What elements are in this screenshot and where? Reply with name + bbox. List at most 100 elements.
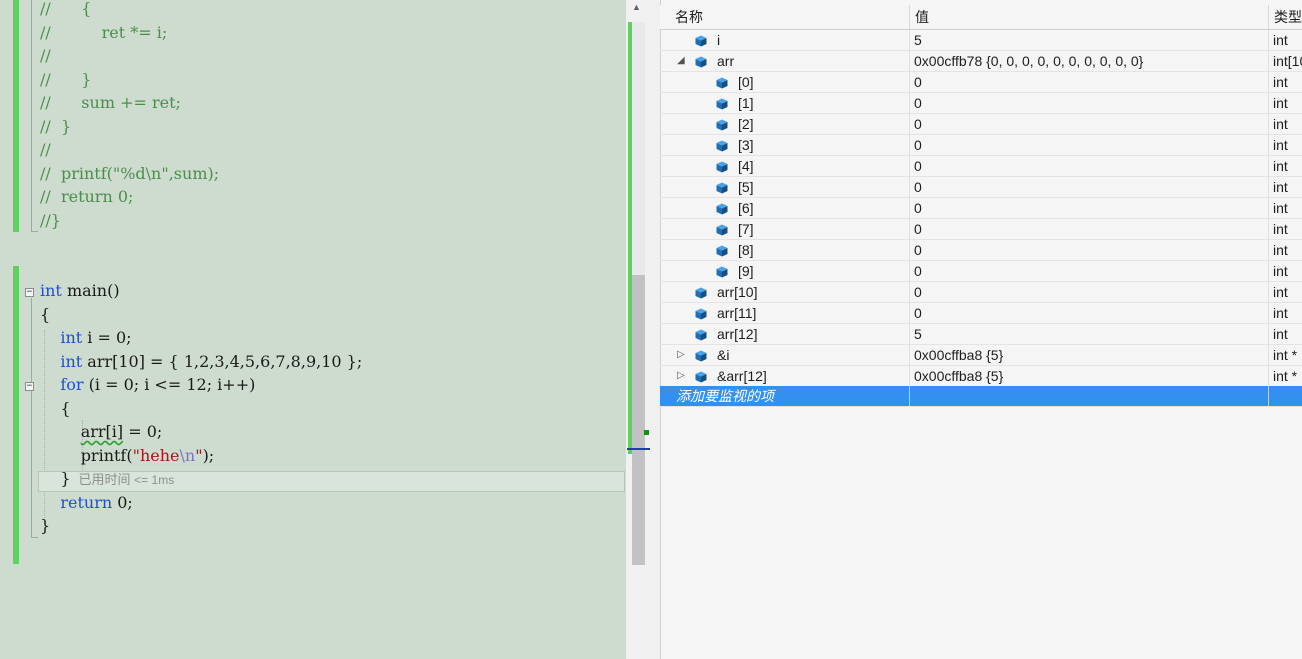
- expanded-triangle-icon[interactable]: ◢: [677, 51, 685, 71]
- watch-name[interactable]: arr[11]: [717, 303, 905, 324]
- variable-cube-icon: [695, 328, 707, 341]
- variable-cube-icon: [716, 265, 728, 278]
- watch-name[interactable]: [8]: [738, 240, 905, 261]
- watch-value[interactable]: 0x00cffb78 {0, 0, 0, 0, 0, 0, 0, 0, 0, 0…: [914, 51, 1264, 72]
- watch-name[interactable]: i: [717, 30, 905, 51]
- watch-row[interactable]: ▷ &arr[12] 0x00cffba8 {5} int *: [660, 366, 1302, 387]
- watch-value[interactable]: 0: [914, 261, 1264, 282]
- watch-value[interactable]: 0: [914, 303, 1264, 324]
- watch-name[interactable]: &arr[12]: [717, 366, 905, 387]
- code-editor[interactable]: − − // {// ret *= i; // // } // sum += ret;…: [0, 0, 626, 659]
- collapsed-triangle-icon[interactable]: ▷: [677, 366, 685, 386]
- perf-tip-elapsed-time[interactable]: 已用时间 <= 1ms: [79, 472, 175, 487]
- watch-row[interactable]: [9] 0 int: [660, 261, 1302, 282]
- watch-value[interactable]: 0: [914, 198, 1264, 219]
- variable-cube-icon: [716, 139, 728, 152]
- code-line[interactable]: return 0;: [40, 491, 132, 514]
- watch-type: int: [1273, 326, 1288, 342]
- watch-name[interactable]: [1]: [738, 93, 905, 114]
- code-line[interactable]: int main(): [40, 279, 120, 302]
- watch-row[interactable]: ▷ &i 0x00cffba8 {5} int *: [660, 345, 1302, 366]
- code-line[interactable]: } 已用时间 <= 1ms: [40, 467, 174, 490]
- column-header-name[interactable]: 名称: [670, 5, 910, 29]
- code-line[interactable]: // }: [40, 68, 91, 91]
- watch-value[interactable]: 0x00cffba8 {5}: [914, 366, 1264, 387]
- watch-value[interactable]: 0: [914, 156, 1264, 177]
- code-line[interactable]: }: [40, 514, 50, 537]
- column-separator: [1268, 240, 1269, 261]
- watch-value[interactable]: 0: [914, 93, 1264, 114]
- watch-row[interactable]: i 5 int: [660, 30, 1302, 51]
- fold-minus-icon[interactable]: −: [25, 382, 34, 391]
- column-header-value[interactable]: 值: [909, 5, 1268, 29]
- watch-type: int *: [1273, 347, 1298, 363]
- code-line[interactable]: for (i = 0; i <= 12; i++): [40, 373, 255, 396]
- add-watch-row[interactable]: 添加要监视的项: [660, 386, 1302, 407]
- watch-name[interactable]: [6]: [738, 198, 905, 219]
- watch-name[interactable]: [9]: [738, 261, 905, 282]
- watch-value[interactable]: 0: [914, 135, 1264, 156]
- watch-row[interactable]: [3] 0 int: [660, 135, 1302, 156]
- watch-value[interactable]: 5: [914, 30, 1264, 51]
- watch-value[interactable]: 5: [914, 324, 1264, 345]
- watch-value[interactable]: 0: [914, 240, 1264, 261]
- watch-value[interactable]: 0x00cffba8 {5}: [914, 345, 1264, 366]
- code-line[interactable]: // {: [40, 0, 91, 20]
- editor-vertical-scrollbar[interactable]: ▲: [626, 0, 650, 659]
- code-line-text: arr[i] = 0;: [80, 422, 163, 441]
- code-line[interactable]: // printf("%d\n",sum);: [40, 162, 219, 185]
- watch-row[interactable]: [2] 0 int: [660, 114, 1302, 135]
- watch-row[interactable]: [0] 0 int: [660, 72, 1302, 93]
- code-line[interactable]: //: [40, 138, 51, 161]
- watch-name[interactable]: arr[10]: [717, 282, 905, 303]
- code-line-text: int i = 0;: [60, 328, 132, 347]
- watch-row[interactable]: [8] 0 int: [660, 240, 1302, 261]
- collapsed-triangle-icon[interactable]: ▷: [677, 345, 685, 365]
- add-watch-item-label[interactable]: 添加要监视的项: [676, 386, 906, 407]
- code-line[interactable]: // ret *= i;: [40, 21, 167, 44]
- code-line[interactable]: printf("hehe\n");: [40, 444, 215, 467]
- code-line[interactable]: {: [40, 303, 50, 326]
- fold-minus-icon[interactable]: −: [25, 288, 34, 297]
- watch-row[interactable]: ◢ arr 0x00cffb78 {0, 0, 0, 0, 0, 0, 0, 0, …: [660, 51, 1302, 72]
- watch-row[interactable]: [5] 0 int: [660, 177, 1302, 198]
- watch-name[interactable]: [3]: [738, 135, 905, 156]
- code-line[interactable]: //}: [40, 209, 61, 232]
- watch-name[interactable]: &i: [717, 345, 905, 366]
- code-line[interactable]: // sum += ret;: [40, 91, 181, 114]
- watch-value[interactable]: 0: [914, 282, 1264, 303]
- scroll-up-arrow-icon[interactable]: ▲: [632, 2, 641, 12]
- watch-name[interactable]: [0]: [738, 72, 905, 93]
- code-line[interactable]: // }: [40, 115, 71, 138]
- watch-value[interactable]: 0: [914, 177, 1264, 198]
- watch-row[interactable]: arr[10] 0 int: [660, 282, 1302, 303]
- code-line-text: }: [40, 516, 51, 535]
- watch-row[interactable]: [1] 0 int: [660, 93, 1302, 114]
- watch-value[interactable]: 0: [914, 114, 1264, 135]
- code-line[interactable]: //: [40, 44, 51, 67]
- watch-type: int[10]: [1273, 53, 1302, 69]
- watch-value[interactable]: 0: [914, 72, 1264, 93]
- watch-name[interactable]: arr[12]: [717, 324, 905, 345]
- code-line[interactable]: {: [40, 397, 70, 420]
- watch-name[interactable]: [4]: [738, 156, 905, 177]
- watch-row[interactable]: [7] 0 int: [660, 219, 1302, 240]
- watch-name[interactable]: arr: [717, 51, 905, 72]
- scrollbar-thumb[interactable]: [632, 275, 645, 565]
- code-line[interactable]: int i = 0;: [40, 326, 132, 349]
- code-line[interactable]: arr[i] = 0;: [40, 420, 163, 443]
- code-line[interactable]: // return 0;: [40, 185, 133, 208]
- watch-row[interactable]: arr[12] 5 int: [660, 324, 1302, 345]
- watch-type: int: [1273, 242, 1288, 258]
- watch-row[interactable]: arr[11] 0 int: [660, 303, 1302, 324]
- watch-name[interactable]: [7]: [738, 219, 905, 240]
- watch-name[interactable]: [5]: [738, 177, 905, 198]
- watch-value[interactable]: 0: [914, 219, 1264, 240]
- watch-row[interactable]: [6] 0 int: [660, 198, 1302, 219]
- code-line[interactable]: int arr[10] = { 1,2,3,4,5,6,7,8,9,10 };: [40, 350, 362, 373]
- watch-row[interactable]: [4] 0 int: [660, 156, 1302, 177]
- watch-name[interactable]: [2]: [738, 114, 905, 135]
- watch-type: int: [1273, 95, 1288, 111]
- column-header-type[interactable]: 类型: [1268, 5, 1302, 29]
- column-separator: [909, 261, 910, 282]
